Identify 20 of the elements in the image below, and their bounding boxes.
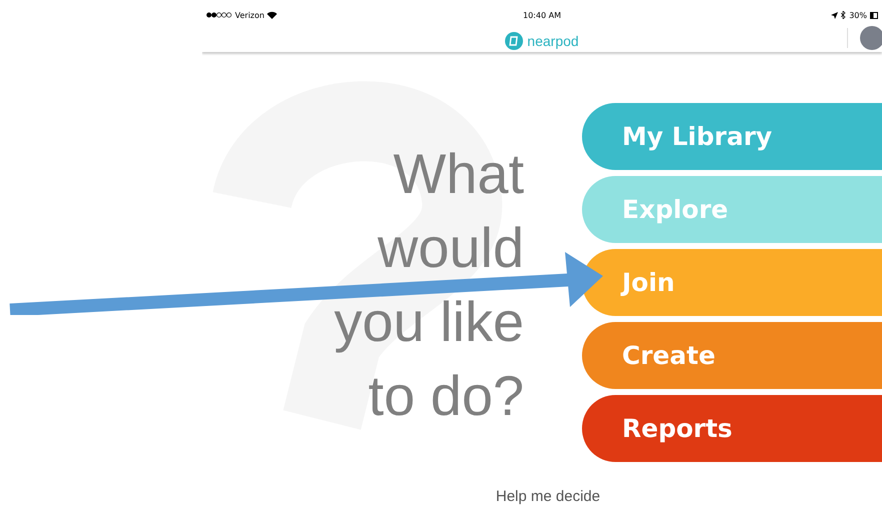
prompt-heading-line: would — [376, 215, 524, 281]
prompt-heading-line: What — [392, 141, 524, 207]
battery-percent: 30% — [849, 10, 867, 20]
battery-icon — [870, 12, 878, 18]
help-link[interactable]: Help me decide — [496, 488, 600, 505]
option-button[interactable]: Reports — [582, 395, 882, 462]
option-button[interactable]: Explore — [582, 176, 882, 243]
logo-wordmark: nearpod — [527, 33, 579, 49]
avatar[interactable] — [860, 26, 882, 50]
option-button[interactable]: Create — [582, 322, 882, 389]
clock-time: 10:40 AM — [523, 10, 561, 20]
option-button[interactable]: Join — [582, 249, 882, 316]
signal-icon — [206, 12, 232, 18]
location-arrow-icon — [831, 12, 838, 18]
prompt-heading-line: you like — [333, 289, 524, 355]
carrier-name: Verizon — [235, 10, 264, 20]
option-button[interactable]: My Library — [582, 103, 882, 170]
wifi-icon — [267, 11, 278, 19]
bluetooth-icon — [841, 11, 846, 19]
prompt-heading-line: to do? — [367, 363, 524, 429]
